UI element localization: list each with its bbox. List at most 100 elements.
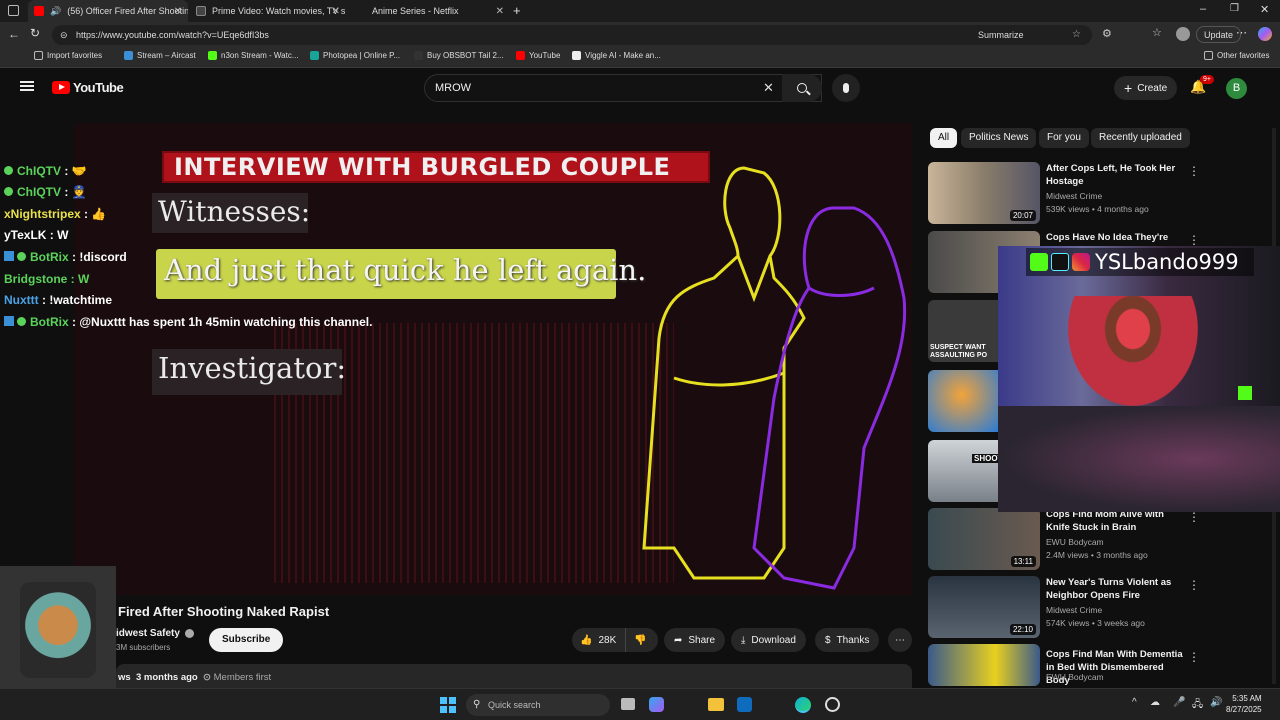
like-dislike-group: 👍 28K 👎 (572, 628, 658, 652)
search-input[interactable]: MROW ✕ (424, 74, 822, 102)
bookmark-photopea[interactable]: Photopea | Online P... (310, 51, 400, 60)
close-window-button[interactable]: ✕ (1260, 3, 1269, 16)
thanks-button[interactable]: $ Thanks (815, 628, 880, 652)
mic-tray-icon[interactable]: 🎤 (1173, 697, 1185, 708)
start-button[interactable] (440, 697, 456, 713)
chip-for-you[interactable]: For you (1039, 128, 1089, 148)
clear-search-icon[interactable]: ✕ (763, 75, 774, 101)
close-tab-icon[interactable]: ✕ (496, 6, 504, 17)
more-actions-icon[interactable]: ⋮ (1188, 578, 1200, 592)
speaker-icon[interactable]: 🔊 (50, 6, 61, 17)
video-thumbnail[interactable]: 20:07 (928, 162, 1040, 224)
tiktok-logo-icon (1051, 253, 1069, 271)
bookmark-viggle[interactable]: Viggle AI - Make an... (572, 51, 661, 60)
back-icon[interactable]: ← (8, 27, 20, 41)
caption-text: And just that quick he left again. (164, 253, 647, 287)
youtube-logo[interactable]: YouTube (52, 80, 124, 95)
channel-name[interactable]: EWU Bodycam (1046, 537, 1104, 547)
account-avatar[interactable]: B (1226, 78, 1247, 99)
video-thumbnail[interactable]: 22:10 (928, 576, 1040, 638)
url-field[interactable]: ⊝ https://www.youtube.com/watch?v=UEqe6d… (52, 25, 1092, 45)
channel-name[interactable]: idwest Safety (116, 628, 180, 639)
share-button[interactable]: ➦ Share (664, 628, 726, 652)
channel-name[interactable]: Midwest Crime (1046, 605, 1102, 615)
outlook-icon[interactable] (737, 697, 752, 712)
create-button[interactable]: + Create (1114, 76, 1178, 100)
volume-tray-icon[interactable]: 🔊 (1210, 697, 1222, 708)
more-actions-icon[interactable]: ⋮ (1188, 510, 1200, 524)
bookmark-aircast[interactable]: Stream – Aircast (124, 51, 196, 60)
tab-title: Anime Series - Netflix (372, 6, 459, 16)
recommendation-item[interactable]: 22:10 New Year's Turns Violent as Neighb… (928, 576, 1268, 638)
more-actions-icon[interactable]: ⋮ (1188, 233, 1200, 247)
summarize-button[interactable]: Summarize (978, 25, 1024, 45)
copilot-icon[interactable] (1258, 27, 1272, 41)
update-button[interactable]: Update (1196, 26, 1242, 43)
bookmark-youtube[interactable]: YouTube (516, 51, 560, 60)
search-button[interactable] (782, 74, 822, 102)
hamburger-menu-icon[interactable] (20, 81, 34, 91)
edge-icon[interactable] (795, 697, 811, 713)
video-title[interactable]: New Year's Turns Violent as Neighbor Ope… (1046, 576, 1186, 602)
refresh-icon[interactable]: ↻ (30, 26, 40, 40)
video-player[interactable]: INTERVIEW WITH BURGLED COUPLE Witnesses:… (74, 123, 912, 595)
video-thumbnail[interactable] (928, 644, 1040, 686)
star-icon[interactable]: ☆ (1072, 25, 1081, 45)
channel-name[interactable]: Midwest Crime (1046, 191, 1102, 201)
bookmark-other-favorites[interactable]: Other favorites (1204, 51, 1269, 60)
obs-icon[interactable] (825, 697, 840, 712)
thumbs-down-icon: 👎 (634, 634, 647, 646)
recommendation-item[interactable]: 13:11 Cops Find Mom Alive with Knife Stu… (928, 508, 1268, 570)
chat-username: BotRix (30, 250, 69, 264)
notifications-button[interactable]: 🔔 9+ (1190, 75, 1214, 95)
video-thumbnail[interactable]: 13:11 (928, 508, 1040, 570)
like-button[interactable]: 👍 28K (572, 628, 626, 652)
profile-avatar[interactable] (1176, 27, 1190, 41)
subscribe-button[interactable]: Subscribe (209, 628, 284, 652)
voice-search-button[interactable] (832, 74, 860, 102)
favorites-icon[interactable]: ☆ (1152, 26, 1162, 39)
extensions-icon[interactable]: ⚙ (1102, 27, 1112, 40)
tab-youtube[interactable]: 🔊 (56) Officer Fired After Shooting ✕ (28, 0, 188, 22)
new-tab-button[interactable]: + (513, 3, 521, 18)
video-title[interactable]: Cops Have No Idea They're (1046, 231, 1186, 244)
more-menu-icon[interactable]: ⋯ (1236, 26, 1247, 39)
maximize-button[interactable]: ❐ (1230, 3, 1239, 14)
instagram-logo-icon (1072, 253, 1090, 271)
close-tab-icon[interactable]: ✕ (332, 6, 340, 17)
taskbar-search[interactable]: ⚲ Quick search (466, 694, 610, 716)
chip-politics-news[interactable]: Politics News (961, 128, 1037, 148)
chip-recently-uploaded[interactable]: Recently uploaded (1091, 128, 1190, 148)
close-tab-icon[interactable]: ✕ (174, 6, 182, 17)
file-explorer-icon[interactable] (708, 698, 724, 711)
cloud-tray-icon[interactable]: ☁ (1150, 697, 1160, 708)
search-icon (797, 83, 811, 96)
copilot-taskbar-icon[interactable] (649, 697, 664, 712)
more-actions-icon[interactable]: ⋮ (1188, 650, 1200, 664)
download-button[interactable]: ⤓ Download (731, 628, 806, 652)
dislike-button[interactable]: 👎 (626, 635, 646, 646)
recommendation-item[interactable]: 20:07 After Cops Left, He Took Her Hosta… (928, 162, 1268, 224)
chip-all[interactable]: All (930, 128, 958, 148)
channel-name[interactable]: EWU Bodycam (1046, 672, 1104, 682)
bookmark-obsbot[interactable]: Buy OBSBOT Tail 2... (414, 51, 504, 60)
tab-netflix[interactable]: Anime Series - Netflix ✕ (350, 0, 510, 22)
video-title[interactable]: After Cops Left, He Took Her Hostage (1046, 162, 1186, 188)
tray-chevron-icon[interactable]: ^ (1132, 697, 1137, 708)
bookmarks-bar: Import favorites Stream – Aircast n3on S… (0, 48, 1280, 68)
tab-prime-video[interactable]: Prime Video: Watch movies, TV sh ✕ (190, 0, 346, 22)
more-actions-button[interactable]: ⋯ (888, 628, 912, 652)
minimize-button[interactable]: – (1200, 3, 1206, 15)
network-tray-icon[interactable]: 🖧 (1192, 697, 1203, 714)
bookmark-n3on[interactable]: n3on Stream - Watc... (208, 51, 299, 60)
clock[interactable]: 5:35 AM 8/27/2025 (1226, 693, 1262, 715)
chat-message: Nuxttt : !watchtime (4, 293, 112, 307)
duration-badge: 22:10 (1009, 624, 1036, 635)
window-menu-icon[interactable] (8, 5, 19, 16)
bookmark-import[interactable]: Import favorites (34, 51, 102, 60)
task-view-icon[interactable] (621, 698, 635, 710)
recommendation-item[interactable]: Cops Find Man With Dementia in Bed With … (928, 644, 1268, 686)
more-actions-icon[interactable]: ⋮ (1188, 164, 1200, 178)
share-icon: ➦ (674, 634, 683, 646)
description-box[interactable]: ws 3 months ago ⊙ Members first (116, 664, 912, 688)
